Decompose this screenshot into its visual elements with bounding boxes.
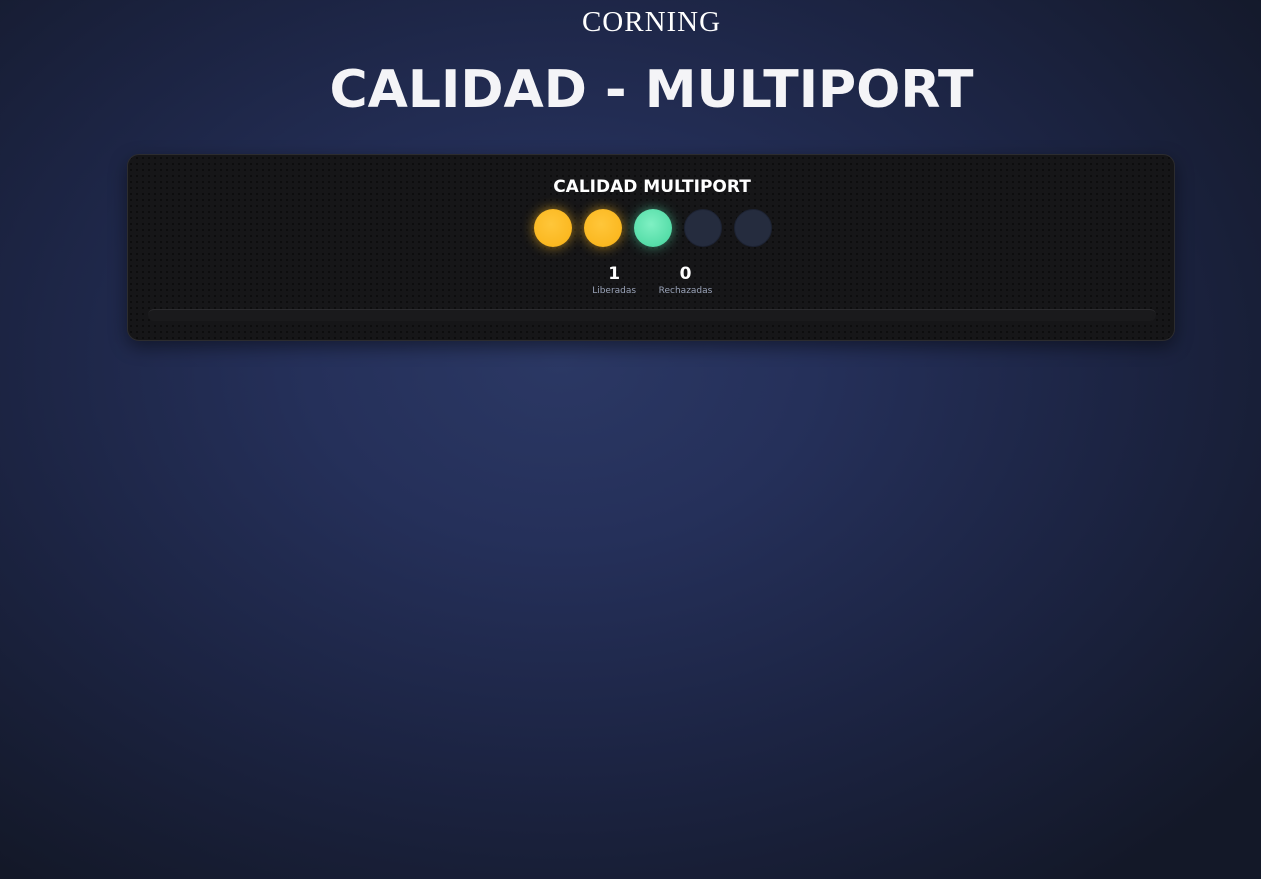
status-light-4 xyxy=(684,209,722,247)
page-title: CALIDAD - MULTIPORT xyxy=(329,60,974,120)
stat-liberadas: 1 Liberadas xyxy=(592,263,637,298)
brand-logo-text: CORNING xyxy=(581,6,722,38)
status-light-2 xyxy=(584,209,622,247)
stat-liberadas-value: 1 xyxy=(608,264,621,284)
status-lights xyxy=(534,209,772,247)
progress-track xyxy=(148,309,1156,321)
stat-liberadas-label: Liberadas xyxy=(592,286,637,296)
quality-panel: CALIDAD MULTIPORT 1 Liberadas 0 Rechazad… xyxy=(127,154,1175,341)
stat-rechazadas-label: Rechazadas xyxy=(658,286,713,296)
status-light-1 xyxy=(534,209,572,247)
stats-row: 1 Liberadas 0 Rechazadas xyxy=(128,263,1176,298)
status-light-5 xyxy=(734,209,772,247)
status-light-3 xyxy=(634,209,672,247)
stat-rechazadas: 0 Rechazadas xyxy=(659,263,713,298)
stat-rechazadas-value: 0 xyxy=(679,264,692,284)
panel-title: CALIDAD MULTIPORT xyxy=(553,177,751,197)
